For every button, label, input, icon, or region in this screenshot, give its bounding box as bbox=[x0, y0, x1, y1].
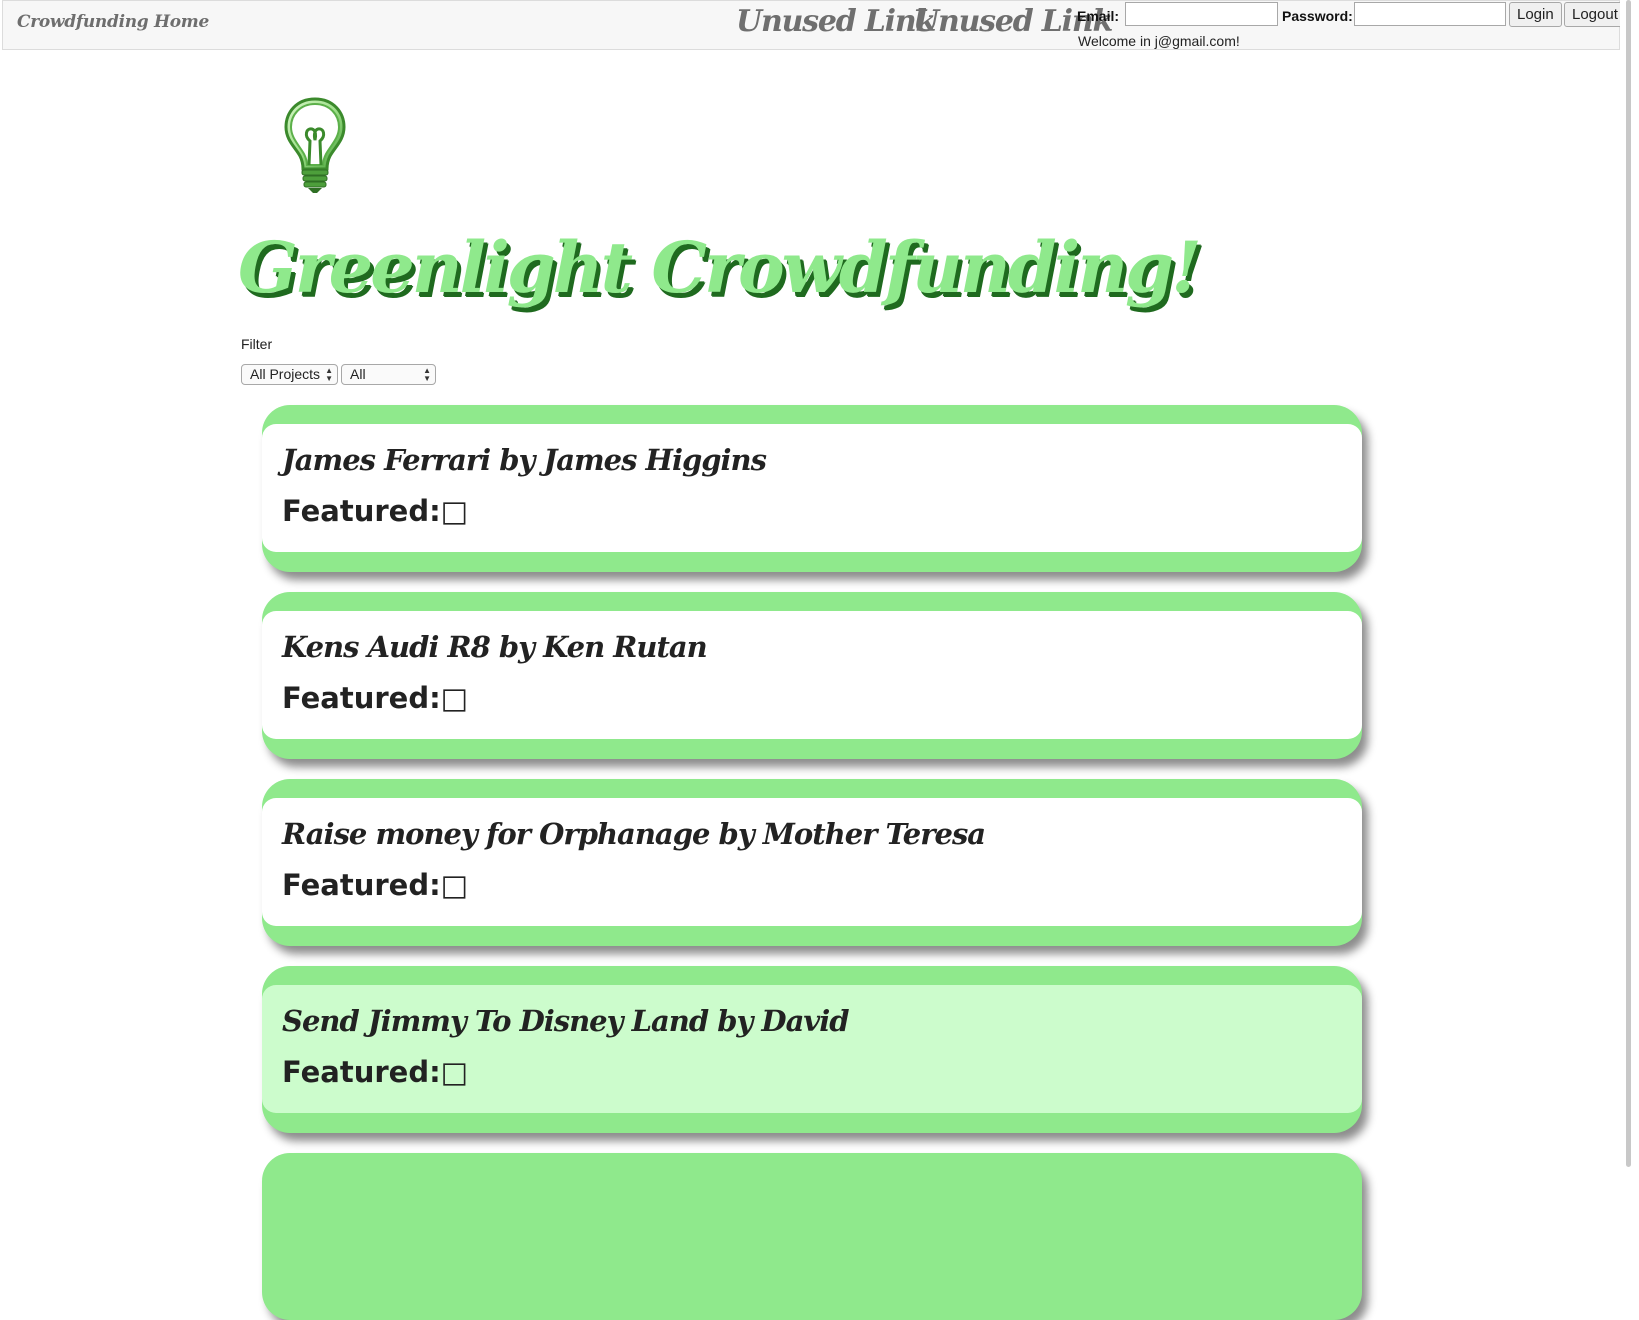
category-value: All bbox=[350, 366, 366, 382]
featured-label: Featured: bbox=[282, 1055, 441, 1089]
top-navbar: Crowdfunding Home Unused Link Unused Lin… bbox=[2, 0, 1626, 50]
email-field[interactable] bbox=[1125, 2, 1278, 26]
project-card[interactable]: Kens Audi R8 by Ken Rutan Featured:□ bbox=[262, 592, 1362, 759]
welcome-message: Welcome in j@gmail.com! bbox=[1078, 33, 1240, 49]
logout-button[interactable]: Logout bbox=[1564, 2, 1626, 27]
featured-field: Featured:□ bbox=[282, 681, 468, 715]
featured-field: Featured:□ bbox=[282, 868, 468, 902]
project-title[interactable]: James Ferrari by James Higgins bbox=[282, 443, 767, 477]
page-scrollbar[interactable] bbox=[1620, 0, 1639, 1167]
featured-label: Featured: bbox=[282, 868, 441, 902]
featured-checkbox[interactable]: □ bbox=[441, 681, 468, 715]
password-field[interactable] bbox=[1354, 2, 1506, 26]
category-select[interactable]: All ▲ ▼ bbox=[341, 364, 436, 385]
project-type-value: All Projects bbox=[250, 366, 321, 382]
project-type-select[interactable]: All Projects ▲ ▼ bbox=[241, 364, 338, 385]
featured-field: Featured:□ bbox=[282, 1055, 468, 1089]
brand-home-link[interactable]: Crowdfunding Home bbox=[17, 12, 209, 32]
project-card-body: Raise money for Orphanage by Mother Tere… bbox=[262, 798, 1362, 926]
email-label: Email: bbox=[1077, 8, 1120, 24]
filter-label: Filter bbox=[241, 336, 273, 352]
lightbulb-icon bbox=[284, 97, 346, 193]
featured-checkbox[interactable]: □ bbox=[441, 868, 468, 902]
scrollbar-thumb[interactable] bbox=[1626, 0, 1631, 1167]
project-title[interactable]: Kens Audi R8 by Ken Rutan bbox=[282, 630, 708, 664]
project-card-body: Kens Audi R8 by Ken Rutan Featured:□ bbox=[262, 611, 1362, 739]
featured-label: Featured: bbox=[282, 494, 441, 528]
project-card[interactable]: Send Jimmy To Disney Land by David Featu… bbox=[262, 966, 1362, 1133]
project-card[interactable]: James Ferrari by James Higgins Featured:… bbox=[262, 405, 1362, 572]
password-label: Password: bbox=[1282, 8, 1353, 24]
project-card-partial[interactable] bbox=[262, 1153, 1362, 1320]
project-title[interactable]: Raise money for Orphanage by Mother Tere… bbox=[282, 817, 986, 851]
nav-link-unused-1[interactable]: Unused Link bbox=[736, 4, 936, 39]
project-card[interactable]: Raise money for Orphanage by Mother Tere… bbox=[262, 779, 1362, 946]
login-button[interactable]: Login bbox=[1509, 2, 1562, 27]
page-title: Greenlight Crowdfunding! bbox=[238, 226, 1202, 309]
featured-checkbox[interactable]: □ bbox=[441, 494, 468, 528]
project-card-body: James Ferrari by James Higgins Featured:… bbox=[262, 424, 1362, 552]
featured-label: Featured: bbox=[282, 681, 441, 715]
featured-checkbox[interactable]: □ bbox=[441, 1055, 468, 1089]
project-card-body: Send Jimmy To Disney Land by David Featu… bbox=[262, 985, 1362, 1113]
project-title[interactable]: Send Jimmy To Disney Land by David bbox=[282, 1004, 850, 1038]
featured-field: Featured:□ bbox=[282, 494, 468, 528]
select-arrows-icon: ▲ ▼ bbox=[423, 366, 431, 383]
select-arrows-icon: ▲ ▼ bbox=[325, 366, 333, 383]
